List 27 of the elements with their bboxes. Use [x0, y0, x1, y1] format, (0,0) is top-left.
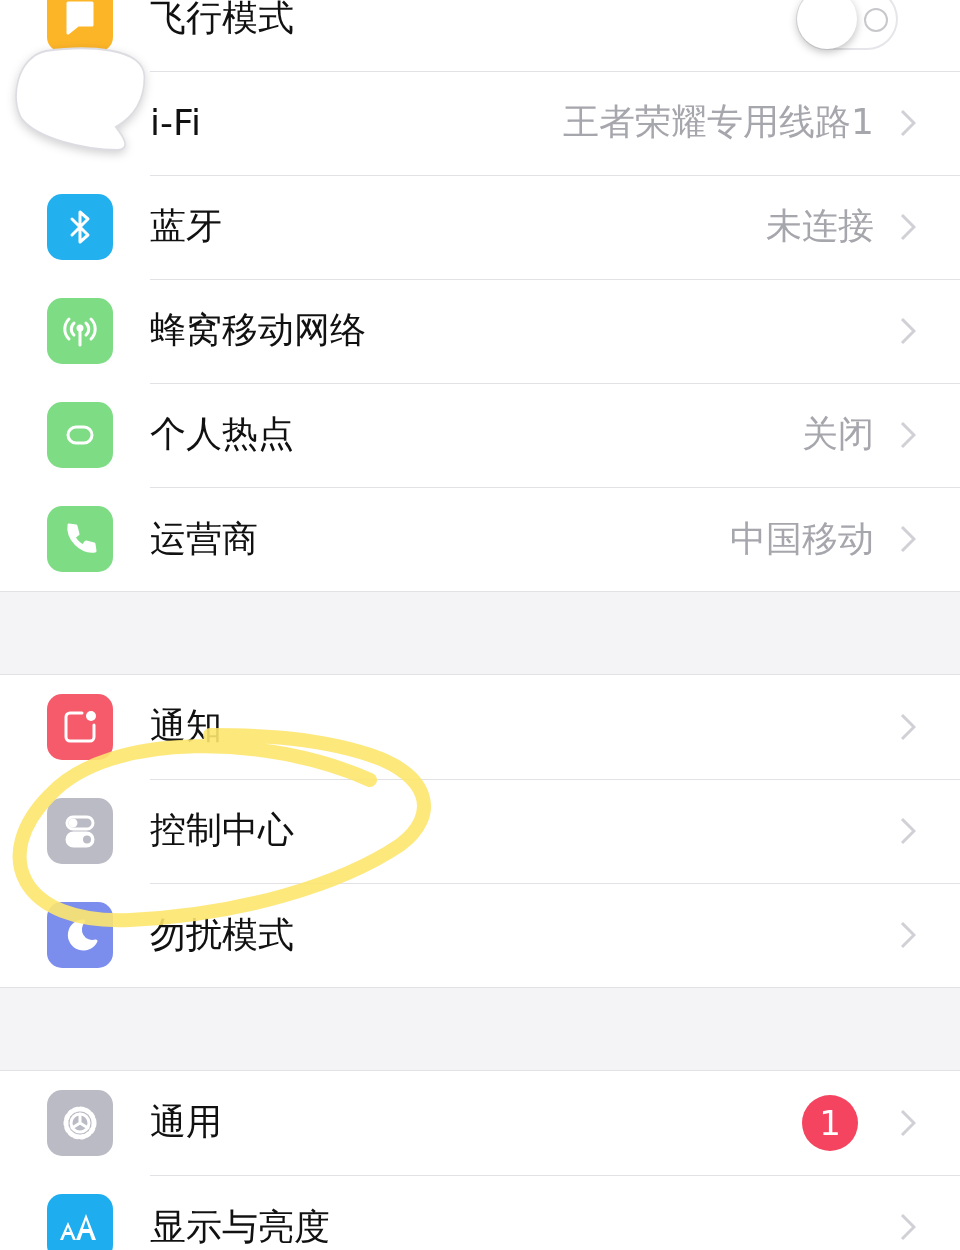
chevron-icon — [900, 816, 916, 845]
chevron-icon — [900, 1213, 916, 1241]
chevron-icon — [900, 108, 916, 137]
row-label[interactable]: 显示与亮度 — [150, 1202, 330, 1250]
row-label[interactable]: 蓝牙 — [150, 202, 222, 251]
chevron-icon — [900, 212, 916, 241]
row-label[interactable]: 通用 — [150, 1098, 222, 1147]
count-badge: 1 — [802, 1094, 858, 1151]
chevron-icon — [900, 1108, 916, 1137]
row-label[interactable]: i-Fi — [150, 102, 202, 143]
row-value: 中国移动 — [730, 516, 874, 561]
row-label[interactable]: 控制中心 — [150, 806, 294, 855]
row-label[interactable]: 飞行模式 — [150, 0, 294, 43]
chevron-icon — [900, 316, 916, 345]
row-value: 未连接 — [766, 204, 874, 248]
row-value: 王者荣耀专用线路1 — [563, 100, 874, 144]
row-label[interactable]: 蜂窝移动网络 — [150, 306, 366, 355]
row-label[interactable]: 个人热点 — [150, 410, 294, 459]
row-label[interactable]: 运营商 — [150, 514, 258, 564]
chevron-icon — [900, 525, 916, 553]
chevron-icon — [900, 712, 916, 741]
row-value: 关闭 — [802, 412, 874, 456]
row-label[interactable]: 通知 — [150, 702, 222, 751]
chevron-icon — [900, 420, 916, 449]
chevron-icon — [900, 921, 916, 949]
toggle-switch[interactable] — [796, 0, 898, 50]
row-label[interactable]: 勿扰模式 — [150, 910, 294, 960]
